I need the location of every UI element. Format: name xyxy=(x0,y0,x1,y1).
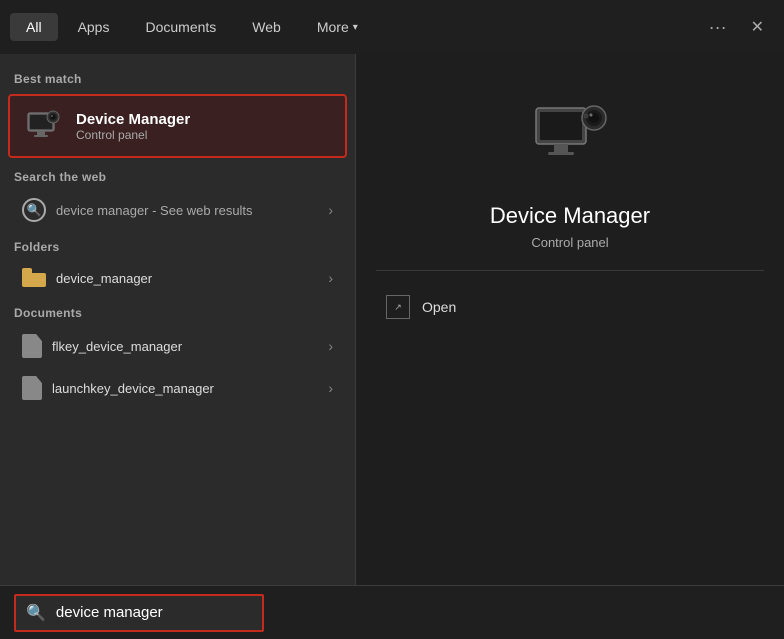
chevron-down-icon: ▾ xyxy=(353,22,358,33)
best-match-title: Device Manager xyxy=(76,111,190,128)
more-options-button[interactable]: ··· xyxy=(699,11,737,44)
search-icon: 🔍 xyxy=(22,198,46,222)
chevron-right-icon: › xyxy=(328,202,333,218)
folders-label: Folders xyxy=(0,232,355,258)
close-button[interactable]: ✕ xyxy=(741,11,774,43)
divider xyxy=(376,270,764,271)
right-panel: Device Manager Control panel ↗ Open xyxy=(355,54,784,585)
right-panel-subtitle: Control panel xyxy=(531,235,608,250)
folder-item-text: device_manager xyxy=(56,271,328,286)
tab-more[interactable]: More ▾ xyxy=(301,13,374,41)
document-item-1[interactable]: flkey_device_manager › xyxy=(8,326,347,366)
open-label: Open xyxy=(422,299,456,315)
chevron-right-icon: › xyxy=(328,338,333,354)
folder-icon xyxy=(22,268,46,288)
documents-label: Documents xyxy=(0,298,355,324)
best-match-subtitle: Control panel xyxy=(76,128,190,142)
open-action[interactable]: ↗ Open xyxy=(376,287,764,327)
document-item-2[interactable]: launchkey_device_manager › xyxy=(8,368,347,408)
chevron-right-icon: › xyxy=(328,270,333,286)
best-match-label: Best match xyxy=(0,64,355,90)
bottom-search-bar: 🔍 xyxy=(0,585,784,639)
search-icon: 🔍 xyxy=(26,603,46,623)
tab-web[interactable]: Web xyxy=(236,13,297,41)
web-search-label: Search the web xyxy=(0,162,355,188)
folder-item[interactable]: device_manager › xyxy=(8,260,347,296)
top-nav: All Apps Documents Web More ▾ ··· ✕ xyxy=(0,0,784,54)
left-panel: Best match Device xyxy=(0,54,355,585)
chevron-right-icon: › xyxy=(328,380,333,396)
search-input-wrapper[interactable]: 🔍 xyxy=(14,594,264,632)
file-icon xyxy=(22,376,42,400)
web-search-item[interactable]: 🔍 device manager - See web results › xyxy=(8,190,347,230)
tab-apps[interactable]: Apps xyxy=(62,13,126,41)
web-search-text: device manager - See web results xyxy=(56,203,328,218)
open-icon: ↗ xyxy=(386,295,410,319)
document-item-2-text: launchkey_device_manager xyxy=(52,381,328,396)
document-item-1-text: flkey_device_manager xyxy=(52,339,328,354)
device-manager-icon xyxy=(24,106,64,146)
tab-all[interactable]: All xyxy=(10,13,58,41)
right-panel-icon xyxy=(530,94,610,179)
main-container: Best match Device xyxy=(0,54,784,585)
best-match-text: Device Manager Control panel xyxy=(76,111,190,142)
search-input[interactable] xyxy=(56,604,255,621)
tab-documents[interactable]: Documents xyxy=(129,13,232,41)
best-match-item[interactable]: Device Manager Control panel xyxy=(8,94,347,158)
file-icon xyxy=(22,334,42,358)
right-panel-title: Device Manager xyxy=(490,203,650,229)
